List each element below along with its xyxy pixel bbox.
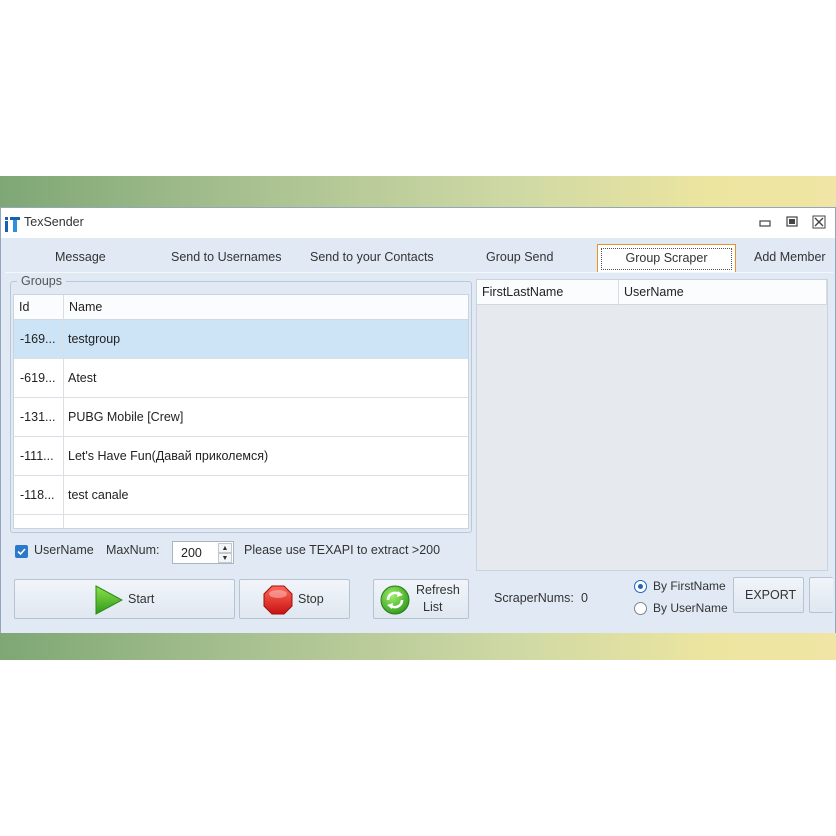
- maxnum-stepper[interactable]: 200 ▲ ▼: [172, 541, 234, 564]
- radio-by-firstname[interactable]: [634, 580, 647, 593]
- stop-button-label: Stop: [298, 592, 324, 606]
- table-row[interactable]: -169... testgroup: [14, 320, 468, 359]
- maxnum-note: Please use TEXAPI to extract >200: [244, 543, 441, 557]
- maxnum-label: MaxNum:: [106, 543, 160, 557]
- export-button-label: EXPORT: [745, 588, 797, 602]
- tab-group-send[interactable]: Group Send: [486, 250, 553, 270]
- screen: TexSender Message Send to Usernames Send…: [0, 0, 836, 836]
- username-checkbox-label: UserName: [34, 543, 94, 557]
- app-logo-icon: [5, 217, 20, 232]
- export-button[interactable]: EXPORT: [733, 577, 804, 613]
- tab-group-scraper-label: Group Scraper: [601, 248, 732, 270]
- radio-by-username[interactable]: [634, 602, 647, 615]
- groups-table-header: Id Name: [14, 295, 468, 320]
- client-area: Message Send to Usernames Send to your C…: [1, 238, 835, 633]
- group-scraper-panel: Groups Id Name -169... testgroup -619...: [5, 272, 833, 630]
- scraper-results-table[interactable]: FirstLastName UserName: [476, 279, 828, 571]
- tab-send-to-usernames[interactable]: Send to Usernames: [171, 250, 281, 270]
- row-id: -619...: [14, 359, 64, 398]
- groups-legend: Groups: [17, 274, 66, 288]
- tab-group-scraper[interactable]: Group Scraper: [597, 244, 736, 273]
- groups-table[interactable]: Id Name -169... testgroup -619... Atest: [13, 294, 469, 529]
- column-header-name[interactable]: Name: [64, 295, 468, 320]
- row-id: -169...: [14, 320, 64, 359]
- close-icon: [812, 215, 826, 229]
- refresh-button-label-line1: Refresh: [416, 583, 460, 597]
- row-id-divider: [14, 515, 64, 528]
- start-button[interactable]: Start: [14, 579, 235, 619]
- column-header-username[interactable]: UserName: [619, 280, 827, 305]
- row-id: -111...: [14, 437, 64, 476]
- minimize-button[interactable]: [757, 214, 773, 230]
- restore-button[interactable]: [784, 214, 800, 230]
- tab-message[interactable]: Message: [55, 250, 106, 270]
- stop-octagon-icon: [263, 585, 293, 615]
- checkmark-icon: [17, 548, 26, 556]
- start-button-label: Start: [128, 592, 155, 606]
- row-name: test canale: [68, 488, 129, 502]
- refresh-button-label-line2: List: [423, 600, 443, 614]
- table-row[interactable]: -131... PUBG Mobile [Crew]: [14, 398, 468, 437]
- scraper-nums-label: ScraperNums:: [494, 591, 574, 605]
- column-header-id[interactable]: Id: [14, 295, 64, 320]
- spin-up-icon[interactable]: ▲: [218, 543, 232, 553]
- table-row-partial: [14, 515, 468, 528]
- row-name: PUBG Mobile [Crew]: [68, 410, 184, 424]
- title-bar[interactable]: TexSender: [1, 208, 835, 238]
- row-name: Atest: [68, 371, 97, 385]
- radio-by-username-label: By UserName: [653, 601, 728, 615]
- table-row[interactable]: -111... Let's Have Fun(Давай приколемся): [14, 437, 468, 476]
- column-header-firstlastname[interactable]: FirstLastName: [477, 280, 619, 305]
- row-id: -118...: [14, 476, 64, 515]
- radio-by-firstname-label: By FirstName: [653, 579, 726, 593]
- tab-send-to-contacts[interactable]: Send to your Contacts: [310, 250, 434, 270]
- row-name: Let's Have Fun(Давай приколемся): [68, 449, 269, 463]
- tab-add-member[interactable]: Add Member: [754, 250, 826, 270]
- scraper-table-header: FirstLastName UserName: [477, 280, 827, 305]
- play-icon: [95, 585, 124, 615]
- restore-icon: [786, 216, 798, 227]
- spin-down-icon[interactable]: ▼: [218, 553, 232, 563]
- minimize-icon: [759, 220, 771, 227]
- table-row[interactable]: -118... test canale: [14, 476, 468, 515]
- row-name: testgroup: [68, 332, 121, 346]
- groups-groupbox: Groups Id Name -169... testgroup -619...: [10, 274, 472, 533]
- stop-button[interactable]: Stop: [239, 579, 350, 619]
- maxnum-value: 200: [181, 546, 202, 560]
- close-button[interactable]: [811, 214, 827, 230]
- extra-button-partial[interactable]: [809, 577, 833, 613]
- table-row[interactable]: -619... Atest: [14, 359, 468, 398]
- scraper-nums-value: 0: [581, 591, 588, 605]
- refresh-icon: [380, 585, 410, 615]
- username-checkbox[interactable]: [15, 545, 28, 558]
- app-window: TexSender Message Send to Usernames Send…: [0, 207, 836, 633]
- window-title: TexSender: [24, 215, 84, 229]
- refresh-list-button[interactable]: Refresh List: [373, 579, 469, 619]
- row-id: -131...: [14, 398, 64, 437]
